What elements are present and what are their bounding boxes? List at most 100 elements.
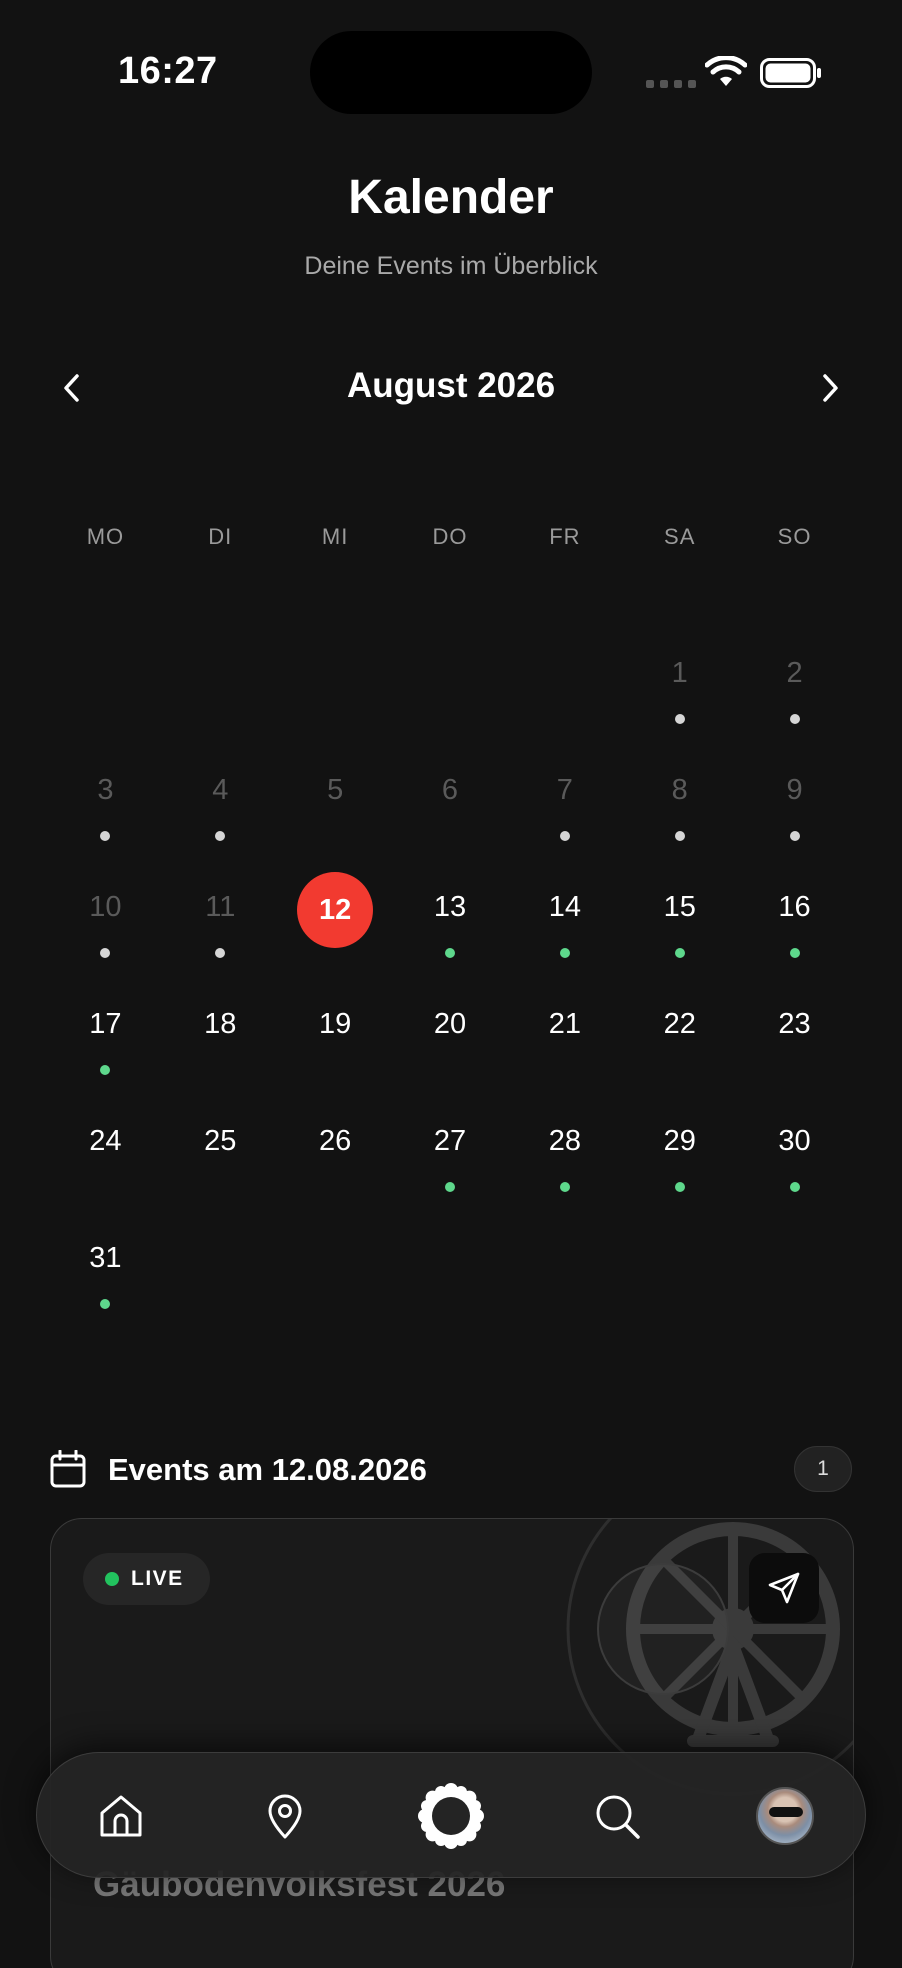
send-icon [768, 1572, 800, 1604]
today-marker: 12 [297, 872, 374, 948]
event-indicator-dot [215, 948, 226, 958]
calendar-day-number: 28 [548, 1125, 581, 1157]
calendar-day-number: 27 [433, 1125, 467, 1157]
calendar-day-number: 2 [786, 657, 803, 689]
home-icon [100, 1795, 142, 1837]
month-label: August 2026 [346, 366, 556, 405]
nav-home-button[interactable] [85, 1780, 157, 1852]
calendar-day-number: 20 [433, 1008, 467, 1040]
calendar-day-24[interactable]: 24 [48, 1096, 163, 1213]
calendar-day-18[interactable]: 18 [163, 979, 278, 1096]
nav-search-button[interactable] [581, 1780, 653, 1852]
next-month-button[interactable] [804, 362, 856, 414]
calendar-empty-cell [393, 628, 508, 745]
event-indicator-dot [444, 1182, 455, 1192]
calendar-day-number: 17 [89, 1008, 122, 1040]
event-indicator-dot [674, 831, 685, 841]
event-indicator-dot [559, 1182, 570, 1192]
event-indicator-dot [789, 1182, 800, 1192]
weekday-label: MO [86, 524, 125, 549]
calendar-day-22[interactable]: 22 [622, 979, 737, 1096]
calendar-day-number: 19 [319, 1008, 352, 1040]
weekday-label: DI [208, 524, 233, 549]
calendar-day-3[interactable]: 3 [48, 745, 163, 862]
calendar-day-4[interactable]: 4 [163, 745, 278, 862]
calendar-day-29[interactable]: 29 [622, 1096, 737, 1213]
calendar-day-13[interactable]: 13 [393, 862, 508, 979]
calendar-day-number: 12 [318, 893, 352, 926]
avatar [756, 1787, 814, 1845]
nav-center-button[interactable] [415, 1780, 487, 1852]
bottom-navigation [36, 1752, 866, 1878]
calendar-day-31[interactable]: 31 [48, 1213, 163, 1330]
calendar-day-number: 14 [548, 891, 581, 923]
calendar-day-number: 23 [778, 1008, 811, 1040]
live-badge-label: LIVE [131, 1567, 184, 1590]
live-indicator-dot [105, 1572, 119, 1586]
calendar-day-number: 4 [212, 774, 229, 806]
calendar-day-9[interactable]: 9 [737, 745, 852, 862]
chevron-right-icon [823, 374, 838, 402]
event-card[interactable]: LIVE Gäubodenvolksfest 2026 [50, 1518, 854, 1968]
status-bar: 16:27 [0, 0, 902, 120]
map-pin-icon [268, 1794, 302, 1839]
month-navigation: August 2026 [0, 362, 902, 414]
share-button[interactable] [749, 1553, 819, 1623]
calendar-day-17[interactable]: 17 [48, 979, 163, 1096]
calendar-day-number: 15 [663, 891, 696, 923]
calendar-day-number: 8 [671, 774, 688, 806]
calendar-day-20[interactable]: 20 [393, 979, 508, 1096]
calendar-day-10[interactable]: 10 [48, 862, 163, 979]
calendar-day-16[interactable]: 16 [737, 862, 852, 979]
cellular-signal-icon [646, 80, 696, 88]
calendar-day-15[interactable]: 15 [622, 862, 737, 979]
calendar-day-number: 3 [97, 774, 114, 806]
calendar-day-number: 26 [319, 1125, 352, 1157]
status-time: 16:27 [118, 50, 218, 92]
calendar-day-number: 6 [441, 774, 459, 806]
calendar-day-number: 7 [556, 774, 573, 806]
calendar-day-26[interactable]: 26 [278, 1096, 393, 1213]
calendar-day-19[interactable]: 19 [278, 979, 393, 1096]
calendar-day-1[interactable]: 1 [622, 628, 737, 745]
dynamic-island [310, 31, 592, 114]
nav-profile-button[interactable] [749, 1780, 821, 1852]
calendar-day-number: 25 [204, 1125, 237, 1157]
weekday-header: MO DI MI DO FR SA SO [48, 524, 852, 550]
event-indicator-dot [789, 831, 800, 841]
calendar-day-number: 13 [433, 891, 467, 923]
calendar-day-25[interactable]: 25 [163, 1096, 278, 1213]
calendar-day-number: 31 [89, 1242, 122, 1274]
calendar-day-8[interactable]: 8 [622, 745, 737, 862]
calendar-empty-cell [48, 628, 163, 745]
calendar-day-7[interactable]: 7 [507, 745, 622, 862]
calendar-day-21[interactable]: 21 [507, 979, 622, 1096]
calendar-day-30[interactable]: 30 [737, 1096, 852, 1213]
calendar-day-2[interactable]: 2 [737, 628, 852, 745]
event-indicator-dot [100, 1065, 111, 1075]
calendar-day-5[interactable]: 5 [278, 745, 393, 862]
calendar-icon [50, 1450, 86, 1488]
calendar-day-number: 11 [205, 891, 236, 923]
event-indicator-dot [100, 831, 111, 841]
calendar-day-number: 24 [89, 1125, 122, 1157]
calendar-day-number: 29 [663, 1125, 696, 1157]
wifi-icon [705, 56, 747, 86]
event-indicator-dot [789, 948, 800, 958]
calendar-day-14[interactable]: 14 [507, 862, 622, 979]
page-subtitle: Deine Events im Überblick [304, 252, 598, 280]
calendar-day-27[interactable]: 27 [393, 1096, 508, 1213]
calendar-day-28[interactable]: 28 [507, 1096, 622, 1213]
calendar-day-23[interactable]: 23 [737, 979, 852, 1096]
event-indicator-dot [215, 831, 226, 841]
calendar-day-number: 22 [663, 1008, 696, 1040]
calendar-day-12[interactable]: 12 [278, 862, 393, 979]
calendar-day-6[interactable]: 6 [393, 745, 508, 862]
calendar-day-number: 5 [327, 774, 344, 806]
events-count-badge: 1 [794, 1446, 852, 1492]
calendar-empty-cell [163, 628, 278, 745]
nav-map-button[interactable] [249, 1780, 321, 1852]
calendar-day-number: 18 [204, 1008, 237, 1040]
calendar-day-11[interactable]: 11 [163, 862, 278, 979]
weekday-label: DO [432, 524, 468, 549]
